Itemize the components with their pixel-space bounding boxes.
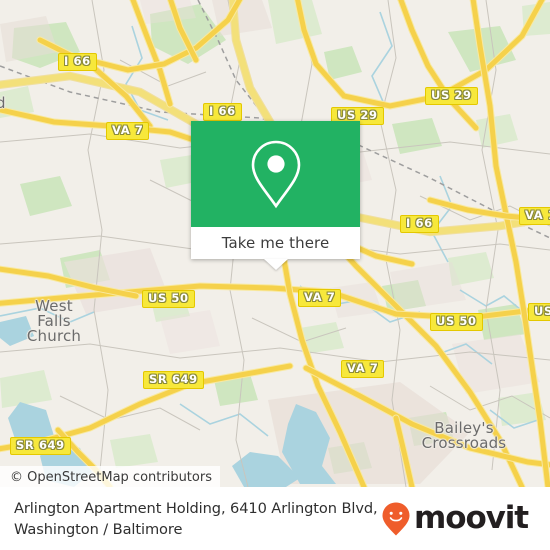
moovit-wordmark: moovit: [414, 500, 529, 536]
callout-action[interactable]: Take me there: [191, 227, 360, 259]
map-attribution[interactable]: © OpenStreetMap contributors: [0, 466, 220, 487]
road-shield-us-29-east[interactable]: US 29: [425, 87, 478, 105]
road-shield-va-7-south[interactable]: VA 7: [341, 360, 385, 378]
map-viewport[interactable]: .wtr { fill:#aad3df; } .wtrl { stroke:#a…: [0, 0, 550, 487]
map-screenshot: .wtr { fill:#aad3df; } .wtrl { stroke:#a…: [0, 0, 550, 550]
road-shield-va-7-northwest[interactable]: VA 7: [106, 122, 150, 140]
road-shield-us-right-clip[interactable]: US: [528, 303, 550, 321]
road-shield-us-50-east[interactable]: US 50: [430, 313, 483, 331]
road-shield-sr-649-center[interactable]: SR 649: [143, 371, 204, 389]
city-label-west-falls-church: West Falls Church: [26, 297, 82, 345]
moovit-pin-icon: [382, 502, 410, 535]
map-pin-icon: [251, 140, 300, 209]
road-shield-i-66-east[interactable]: I 66: [400, 215, 439, 233]
city-label-clipped: d: [0, 94, 6, 112]
attribution-text: © OpenStreetMap contributors: [10, 470, 212, 485]
callout-action-label: Take me there: [221, 234, 330, 252]
moovit-logo[interactable]: moovit: [381, 501, 532, 537]
callout-header: [191, 121, 360, 227]
road-shield-i-66-north[interactable]: I 66: [203, 103, 242, 121]
callout-tail: [263, 259, 288, 270]
road-shield-va-7-center[interactable]: VA 7: [298, 289, 342, 307]
city-label-baileys-crossroads: Bailey's Crossroads: [421, 419, 507, 452]
road-shield-sr-649-southwest[interactable]: SR 649: [10, 437, 71, 455]
place-title: Arlington Apartment Holding, 6410 Arling…: [14, 499, 378, 538]
road-shield-i-66-northwest[interactable]: I 66: [58, 53, 97, 71]
footer-bar: Arlington Apartment Holding, 6410 Arling…: [0, 487, 550, 550]
road-shield-us-50-west[interactable]: US 50: [142, 290, 195, 308]
road-shield-va-120-east[interactable]: VA 12: [519, 207, 550, 225]
location-callout[interactable]: Take me there: [191, 121, 360, 270]
